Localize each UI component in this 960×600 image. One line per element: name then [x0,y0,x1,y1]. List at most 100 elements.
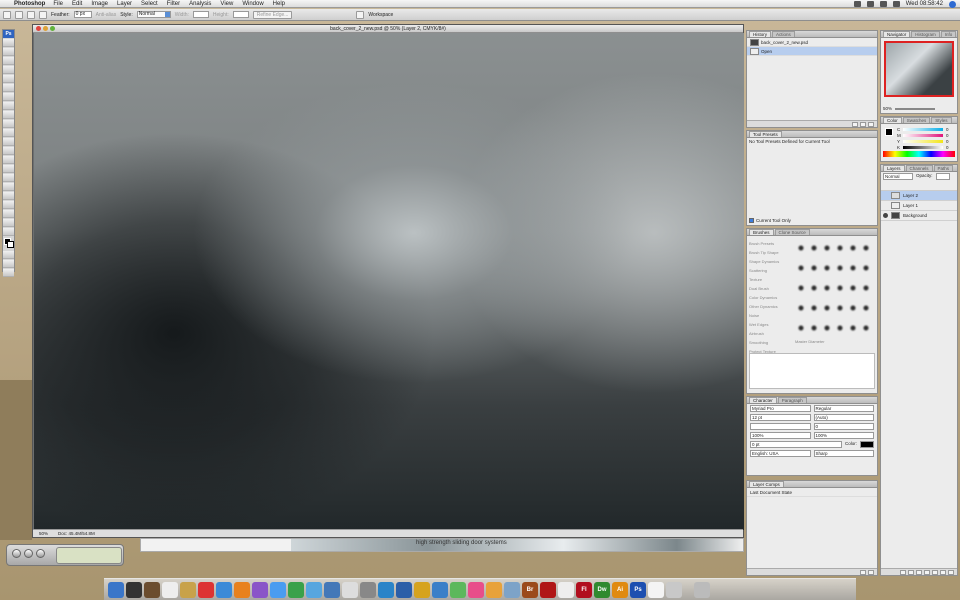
tab-paths[interactable]: Paths [933,165,954,171]
volume-icon[interactable] [879,1,887,7]
filezilla-icon[interactable] [504,581,520,598]
hand-tool-icon[interactable] [3,219,14,227]
trash-icon[interactable] [868,122,874,127]
clock[interactable]: Wed 08:58:42 [906,1,943,7]
language-select[interactable]: English: USA [750,450,811,457]
brush-tip[interactable] [835,304,844,312]
brush-tip[interactable] [822,324,831,332]
subtract-selection-button[interactable] [39,10,47,19]
slice-tool-icon[interactable] [3,84,14,92]
visibility-icon[interactable] [883,203,888,208]
tab-color[interactable]: Color [883,117,902,123]
menu-filter[interactable]: Filter [167,1,180,7]
acrobat-icon[interactable] [540,581,556,598]
kerning-select[interactable] [750,423,811,430]
tab-history[interactable]: History [749,31,772,37]
flower-icon[interactable] [468,581,484,598]
brush-option[interactable]: Brush Presets [749,239,793,248]
menu-help[interactable]: Help [273,1,285,7]
vertical-scale-input[interactable]: 100% [750,432,811,439]
menu-view[interactable]: View [220,1,233,7]
brush-tip[interactable] [796,244,805,252]
brush-tip[interactable] [796,324,805,332]
spotlight-icon[interactable] [949,0,956,8]
brush-option[interactable]: Wet Edges [749,320,793,329]
trash-icon[interactable] [694,581,710,598]
magenta-value[interactable]: 0 [946,133,949,138]
width-input[interactable] [192,11,209,18]
address-book-icon[interactable] [144,581,160,598]
black-value[interactable]: 0 [946,145,949,150]
cyan-slider[interactable] [903,128,943,131]
adjustment-layer-icon[interactable] [924,570,930,575]
brush-option[interactable]: Other Dynamics [749,302,793,311]
tab-channels[interactable]: Channels [905,165,933,171]
eye-icon[interactable] [883,213,888,218]
font-style-select[interactable]: Regular [813,405,874,412]
brush-tip[interactable] [796,304,805,312]
workspace-icon[interactable] [356,10,365,19]
tab-actions[interactable]: Actions [772,31,795,37]
firefox-icon[interactable] [234,581,250,598]
magic-wand-tool-icon[interactable] [3,66,14,74]
system-preferences-icon[interactable] [306,581,322,598]
brush-tip[interactable] [822,304,831,312]
acrobat-distiller-icon[interactable] [558,581,574,598]
battery-icon[interactable] [892,1,900,7]
tab-navigator[interactable]: Navigator [883,31,911,37]
blur-tool-icon[interactable] [3,147,14,155]
brush-option[interactable]: Shape Dynamics [749,257,793,266]
eyedropper-tool-icon[interactable] [3,210,14,218]
brush-tip[interactable] [861,324,870,332]
brush-tip[interactable] [835,264,844,272]
history-snapshot[interactable]: back_cover_2_new.psd [747,38,877,47]
brush-option[interactable]: Noise [749,311,793,320]
tab-styles[interactable]: Styles [931,117,952,123]
doc-size[interactable]: Doc: 45.4M/54.8M [58,530,95,537]
tab-histogram[interactable]: Histogram [911,31,940,37]
layer-mask-icon[interactable] [916,570,922,575]
new-snapshot-icon[interactable] [860,122,866,127]
new-selection-button[interactable] [15,10,23,19]
brush-tip[interactable] [848,244,857,252]
screen-mode-icon[interactable] [3,260,14,268]
dreamweaver-app-icon[interactable]: Dw [594,581,610,598]
yellow-value[interactable]: 0 [946,139,949,144]
brush-option[interactable]: Smoothing [749,338,793,347]
zoom-window-icon[interactable] [50,26,55,31]
close-window-icon[interactable] [36,26,41,31]
tracking-select[interactable]: 0 [813,423,874,430]
height-input[interactable] [232,11,249,18]
layer-row[interactable]: Background [881,211,957,221]
history-state[interactable]: Open [747,47,877,56]
quick-mask-icon[interactable] [3,251,14,259]
itunes-icon[interactable] [252,581,268,598]
tab-layer-comps[interactable]: Layer Comps [749,481,784,487]
pen-tool-icon[interactable] [3,165,14,173]
bridge-icon[interactable] [3,269,14,277]
tab-brushes[interactable]: Brushes [749,229,774,235]
brush-option[interactable]: Brush Tip Shape [749,248,793,257]
app-store-icon[interactable] [396,581,412,598]
brush-tip[interactable] [861,284,870,292]
menu-window[interactable]: Window [242,1,263,7]
color-ramp[interactable] [883,151,955,157]
finder-icon[interactable] [108,581,124,598]
next-track-icon[interactable] [36,549,45,558]
white-app-icon[interactable] [648,581,664,598]
new-document-icon[interactable] [852,122,858,127]
notes-tool-icon[interactable] [3,201,14,209]
canvas[interactable] [34,33,744,530]
brush-tip[interactable] [861,304,870,312]
crop-tool-icon[interactable] [3,75,14,83]
dashboard-icon[interactable] [126,581,142,598]
magenta-slider[interactable] [903,134,943,137]
gear-icon[interactable] [486,581,502,598]
horizontal-scale-input[interactable]: 100% [813,432,874,439]
new-group-icon[interactable] [932,570,938,575]
healing-brush-tool-icon[interactable] [3,93,14,101]
bridge-app-icon[interactable]: Br [522,581,538,598]
tab-layers[interactable]: Layers [883,165,905,171]
type-tool-icon[interactable] [3,174,14,182]
zoom-tool-icon[interactable] [3,228,14,236]
